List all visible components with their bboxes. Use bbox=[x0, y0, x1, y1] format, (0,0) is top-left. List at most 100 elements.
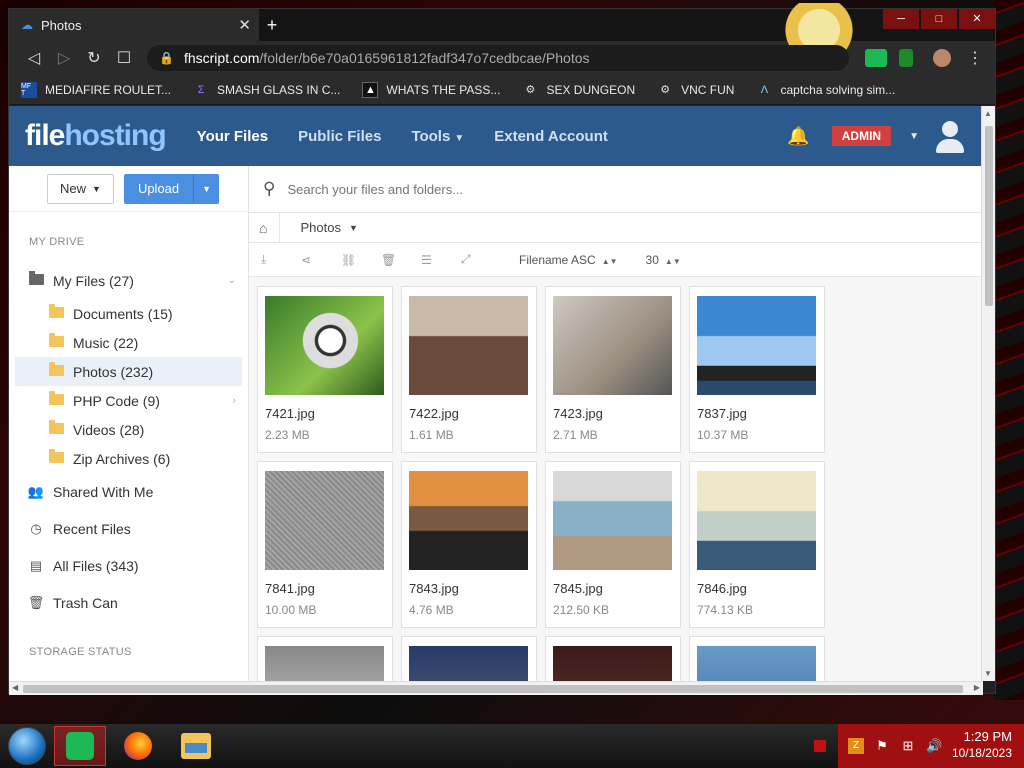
scroll-up-icon[interactable]: ▲ bbox=[984, 109, 992, 118]
file-card[interactable] bbox=[689, 636, 825, 681]
file-card[interactable] bbox=[257, 636, 393, 681]
site-logo[interactable]: filehosting bbox=[25, 119, 167, 153]
upload-button[interactable]: Upload ▼ bbox=[123, 173, 220, 204]
file-card[interactable] bbox=[545, 636, 681, 681]
browser-tab[interactable]: ☁ Photos ✕ bbox=[9, 9, 259, 41]
scrollbar-thumb[interactable] bbox=[23, 685, 963, 693]
download-icon[interactable]: ⤓ bbox=[261, 252, 301, 267]
sidebar-item-trash[interactable]: 🗑 Trash Can bbox=[9, 584, 248, 621]
chevron-down-icon[interactable]: ⌄ bbox=[228, 275, 236, 286]
app-tray-icon[interactable]: Z bbox=[848, 738, 864, 754]
nav-link[interactable]: Public Files bbox=[298, 128, 381, 145]
sidebar-folder-item[interactable]: Documents (15) bbox=[9, 299, 248, 328]
tray-flag-icon[interactable] bbox=[814, 740, 826, 752]
taskbar-firefox[interactable] bbox=[112, 726, 164, 766]
network-icon[interactable]: ⊞ bbox=[900, 738, 916, 754]
sidebar-folder-item[interactable]: Music (22) bbox=[9, 328, 248, 357]
file-card[interactable]: 7837.jpg 10.37 MB bbox=[689, 286, 825, 453]
search-input[interactable] bbox=[287, 181, 688, 197]
address-bar[interactable]: 🔒 fhscript.com /folder/b6e70a0165961812f… bbox=[147, 45, 849, 71]
clock[interactable]: 1:29 PM 10/18/2023 bbox=[952, 728, 1012, 762]
profile-avatar[interactable] bbox=[933, 49, 951, 67]
per-page-select[interactable]: 30 ▲▼ bbox=[646, 253, 681, 267]
bookmark-label: VNC FUN bbox=[681, 82, 735, 97]
sidebar-folder-item[interactable]: Zip Archives (6) bbox=[9, 444, 248, 473]
scrollbar-thumb[interactable] bbox=[985, 126, 993, 306]
file-thumbnail[interactable] bbox=[697, 471, 816, 570]
share-icon[interactable]: ⋖ bbox=[301, 253, 341, 267]
bookmark-item[interactable]: ⚙ VNC FUN bbox=[657, 82, 734, 98]
file-thumbnail[interactable] bbox=[409, 296, 528, 395]
bookmark-item[interactable]: ⚙ SEX DUNGEON bbox=[522, 82, 636, 98]
file-thumbnail[interactable] bbox=[265, 646, 384, 681]
user-avatar-icon[interactable] bbox=[933, 119, 967, 153]
file-thumbnail[interactable] bbox=[553, 471, 672, 570]
trash-icon[interactable]: 🗑 bbox=[381, 253, 421, 267]
taskbar-explorer[interactable] bbox=[170, 726, 222, 766]
file-card[interactable]: 7843.jpg 4.76 MB bbox=[401, 461, 537, 628]
chevron-down-icon[interactable]: ▼ bbox=[909, 131, 919, 142]
forward-icon[interactable]: ▷ bbox=[49, 48, 79, 68]
sidebar-folder-item[interactable]: PHP Code (9) › bbox=[9, 386, 248, 415]
breadcrumb-current[interactable]: Photos bbox=[300, 220, 340, 235]
file-thumbnail[interactable] bbox=[265, 471, 384, 570]
sort-select[interactable]: Filename ASC ▲▼ bbox=[519, 253, 618, 267]
flag-icon[interactable]: ⚑ bbox=[874, 738, 890, 754]
bell-icon[interactable]: 🔔 bbox=[787, 126, 809, 147]
file-thumbnail[interactable] bbox=[553, 296, 672, 395]
maximize-button[interactable]: □ bbox=[921, 9, 957, 29]
bookmark-item[interactable]: ▲ WHATS THE PASS... bbox=[362, 81, 500, 98]
start-button[interactable] bbox=[8, 727, 46, 765]
reload-icon[interactable]: ↻ bbox=[79, 48, 109, 68]
file-card[interactable]: 7845.jpg 212.50 KB bbox=[545, 461, 681, 628]
sidebar-folder-item[interactable]: Photos (232) bbox=[15, 357, 242, 386]
horizontal-scrollbar[interactable]: ◀ ▶ bbox=[9, 681, 983, 695]
chevron-right-icon[interactable]: › bbox=[233, 395, 236, 406]
home-icon[interactable]: ⌂ bbox=[259, 220, 267, 236]
file-thumbnail[interactable] bbox=[409, 646, 528, 681]
file-thumbnail[interactable] bbox=[697, 646, 816, 681]
expand-icon[interactable]: ⤢ bbox=[461, 252, 501, 267]
file-card[interactable]: 7423.jpg 2.71 MB bbox=[545, 286, 681, 453]
nav-link[interactable]: Your Files bbox=[197, 128, 268, 145]
file-card[interactable]: 7421.jpg 2.23 MB bbox=[257, 286, 393, 453]
admin-badge[interactable]: ADMIN bbox=[831, 126, 892, 146]
new-button[interactable]: New ▼ bbox=[47, 173, 114, 204]
file-card[interactable]: 7841.jpg 10.00 MB bbox=[257, 461, 393, 628]
vertical-scrollbar[interactable]: ▲ ▼ bbox=[981, 106, 995, 681]
taskbar-spotify[interactable] bbox=[54, 726, 106, 766]
new-tab-button[interactable]: + bbox=[261, 14, 283, 36]
bookmark-item[interactable]: Λcaptcha solving sim... bbox=[756, 82, 895, 98]
link-icon[interactable]: ⛓ bbox=[341, 253, 381, 267]
scroll-left-icon[interactable]: ◀ bbox=[12, 683, 18, 692]
file-thumbnail[interactable] bbox=[265, 296, 384, 395]
sidebar-item-recent[interactable]: ◷ Recent Files bbox=[9, 510, 248, 547]
sidebar-item-shared[interactable]: 👥 Shared With Me bbox=[9, 473, 248, 510]
bookmark-item[interactable]: Σ SMASH GLASS IN C... bbox=[193, 82, 341, 98]
nav-link[interactable]: Extend Account bbox=[494, 128, 608, 145]
file-thumbnail[interactable] bbox=[697, 296, 816, 395]
chevron-down-icon[interactable]: ▼ bbox=[349, 223, 358, 233]
back-icon[interactable]: ◁ bbox=[19, 48, 49, 68]
minimize-button[interactable]: ─ bbox=[883, 9, 919, 29]
sidebar-folder-item[interactable]: Videos (28) bbox=[9, 415, 248, 444]
file-card[interactable] bbox=[401, 636, 537, 681]
list-view-icon[interactable]: ☰ bbox=[421, 253, 461, 267]
file-card[interactable]: 7846.jpg 774.13 KB bbox=[689, 461, 825, 628]
upload-dropdown-icon[interactable]: ▼ bbox=[193, 173, 219, 204]
volume-icon[interactable]: 🔊 bbox=[926, 738, 942, 754]
bookmark-item[interactable]: MF T MEDIAFIRE ROULET... bbox=[21, 81, 171, 98]
shield-extension-icon[interactable] bbox=[899, 49, 913, 67]
scroll-down-icon[interactable]: ▼ bbox=[984, 669, 992, 678]
file-thumbnail[interactable] bbox=[553, 646, 672, 681]
sidebar-item-all-files[interactable]: ▤ All Files (343) bbox=[9, 547, 248, 584]
bookmark-icon[interactable]: ☐ bbox=[109, 48, 139, 68]
nav-link[interactable]: Tools ▼ bbox=[411, 128, 464, 145]
sidebar-item-my-files[interactable]: My Files (27) ⌄ bbox=[9, 262, 248, 299]
scroll-right-icon[interactable]: ▶ bbox=[974, 683, 980, 692]
file-card[interactable]: 7422.jpg 1.61 MB bbox=[401, 286, 537, 453]
close-tab-icon[interactable]: ✕ bbox=[238, 16, 251, 34]
close-window-button[interactable]: ✕ bbox=[959, 9, 995, 29]
file-thumbnail[interactable] bbox=[409, 471, 528, 570]
menu-icon[interactable]: ⋮ bbox=[965, 48, 985, 68]
